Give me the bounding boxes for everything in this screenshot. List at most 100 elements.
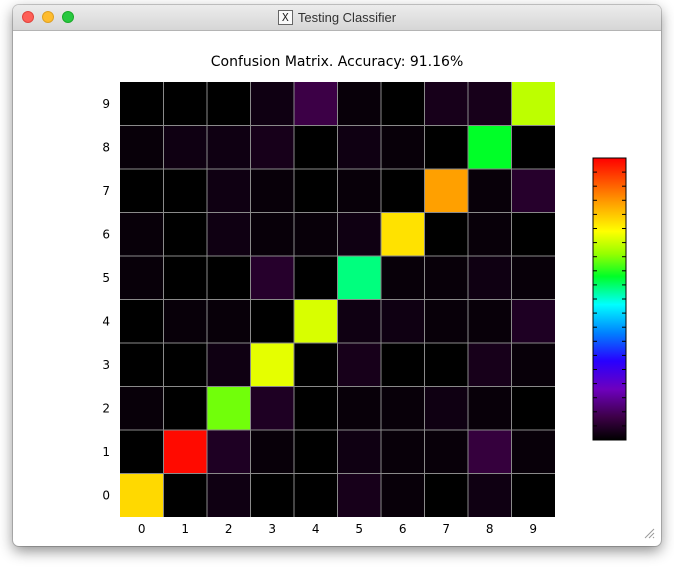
heatmap-cell-9-2	[207, 82, 251, 126]
heatmap-cell-1-5	[337, 430, 381, 474]
heatmap-cell-0-7	[424, 473, 468, 517]
heatmap-cell-8-2	[207, 125, 251, 169]
heatmap-cell-6-4	[294, 212, 338, 256]
heatmap-cell-6-2	[207, 212, 251, 256]
heatmap-cell-4-5	[337, 299, 381, 343]
heatmap-cell-8-3	[250, 125, 294, 169]
heatmap-cell-3-0	[120, 343, 164, 387]
heatmap-cell-8-1	[163, 125, 207, 169]
heatmap-cell-5-5	[337, 256, 381, 300]
heatmap-cell-8-5	[337, 125, 381, 169]
heatmap-cell-7-1	[163, 169, 207, 213]
heatmap-cell-6-8	[468, 212, 512, 256]
heatmap-cell-2-3	[250, 386, 294, 430]
heatmap-cell-5-1	[163, 256, 207, 300]
heatmap-cell-5-7	[424, 256, 468, 300]
heatmap-cell-0-8	[468, 473, 512, 517]
heatmap-cell-5-9	[511, 256, 555, 300]
heatmap-cell-0-6	[381, 473, 425, 517]
heatmap-cell-8-9	[511, 125, 555, 169]
heatmap-cell-2-0	[120, 386, 164, 430]
heatmap-cell-4-0	[120, 299, 164, 343]
heatmap-cell-4-2	[207, 299, 251, 343]
heatmap-cell-5-2	[207, 256, 251, 300]
x-tick-label: 0	[138, 522, 146, 536]
y-tick-label: 9	[102, 97, 110, 111]
x-tick-label: 6	[399, 522, 407, 536]
heatmap-cell-6-0	[120, 212, 164, 256]
heatmap-cell-9-1	[163, 82, 207, 126]
heatmap-cell-5-8	[468, 256, 512, 300]
y-tick-label: 5	[102, 271, 110, 285]
heatmap-cell-0-5	[337, 473, 381, 517]
heatmap-cell-2-6	[381, 386, 425, 430]
heatmap-cell-3-3	[250, 343, 294, 387]
heatmap-cell-7-5	[337, 169, 381, 213]
y-tick-label: 1	[102, 445, 110, 459]
heatmap-cell-1-6	[381, 430, 425, 474]
heatmap-cell-9-9	[511, 82, 555, 126]
x-tick-label: 7	[442, 522, 450, 536]
title-bar[interactable]: X Testing Classifier	[13, 5, 661, 31]
heatmap-cell-0-2	[207, 473, 251, 517]
heatmap-cell-4-3	[250, 299, 294, 343]
confusion-matrix-chart: 0 1 2 3 4 5 6 7 8 9 0 1 2 3 4 5 6 7 8 9	[102, 82, 627, 536]
heatmap-cell-7-8	[468, 169, 512, 213]
heatmap-cell-3-8	[468, 343, 512, 387]
resize-grip-icon[interactable]	[643, 527, 655, 539]
heatmap-cell-2-4	[294, 386, 338, 430]
heatmap-cell-7-3	[250, 169, 294, 213]
heatmap-cell-4-6	[381, 299, 425, 343]
heatmap-cell-1-1	[163, 430, 207, 474]
heatmap-cell-1-7	[424, 430, 468, 474]
heatmap-cell-3-2	[207, 343, 251, 387]
heatmap-cell-7-4	[294, 169, 338, 213]
heatmap-cell-7-7	[424, 169, 468, 213]
heatmap-cell-2-2	[207, 386, 251, 430]
heatmap-cell-5-4	[294, 256, 338, 300]
heatmap-cell-3-7	[424, 343, 468, 387]
heatmap-cell-4-4	[294, 299, 338, 343]
y-tick-label: 4	[102, 314, 110, 328]
y-tick-label: 7	[102, 184, 110, 198]
window-title: Testing Classifier	[297, 10, 397, 25]
heatmap-cell-2-7	[424, 386, 468, 430]
heatmap-cell-2-9	[511, 386, 555, 430]
x-tick-label: 8	[486, 522, 494, 536]
y-tick-label: 8	[102, 140, 110, 154]
colorbar	[592, 157, 627, 441]
heatmap-cell-9-4	[294, 82, 338, 126]
heatmap-cell-4-9	[511, 299, 555, 343]
heatmap-cell-9-3	[250, 82, 294, 126]
heatmap-cell-0-3	[250, 473, 294, 517]
heatmap-cell-3-9	[511, 343, 555, 387]
heatmap-cell-0-1	[163, 473, 207, 517]
heatmap-cell-8-8	[468, 125, 512, 169]
y-tick-label: 2	[102, 401, 110, 415]
x-tick-label: 2	[225, 522, 233, 536]
heatmap-cell-6-1	[163, 212, 207, 256]
heatmap-cell-1-0	[120, 430, 164, 474]
x-tick-label: 3	[268, 522, 276, 536]
heatmap-cell-6-5	[337, 212, 381, 256]
y-tick-label: 3	[102, 358, 110, 372]
heatmap-cell-7-0	[120, 169, 164, 213]
plot-area: Confusion Matrix. Accuracy: 91.16% 01234…	[16, 31, 658, 542]
x11-icon: X	[277, 10, 293, 25]
x-tick-label: 1	[181, 522, 189, 536]
heatmap-cell-4-7	[424, 299, 468, 343]
heatmap-cell-1-3	[250, 430, 294, 474]
heatmap-cell-5-3	[250, 256, 294, 300]
y-tick-label: 0	[102, 488, 110, 502]
heatmap-cell-9-7	[424, 82, 468, 126]
heatmap-cell-6-9	[511, 212, 555, 256]
heatmap-cell-8-6	[381, 125, 425, 169]
heatmap-cell-3-4	[294, 343, 338, 387]
heatmap-cell-0-0	[120, 473, 164, 517]
heatmap-cell-3-5	[337, 343, 381, 387]
heatmap-cell-1-8	[468, 430, 512, 474]
y-tick-label: 6	[102, 227, 110, 241]
heatmap-cell-8-4	[294, 125, 338, 169]
heatmap-cell-2-8	[468, 386, 512, 430]
x-tick-label: 5	[355, 522, 363, 536]
